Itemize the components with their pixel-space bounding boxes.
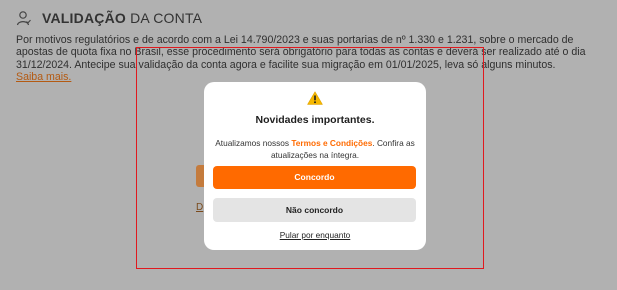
terms-link[interactable]: Termos e Condições <box>291 138 372 148</box>
modal-title: Novidades importantes. <box>255 114 375 126</box>
account-validation-page: VALIDAÇÃO DA CONTA Por motivos regulatór… <box>0 0 617 290</box>
skip-for-now-link[interactable]: Pular por enquanto <box>204 230 426 240</box>
warning-icon <box>307 91 323 105</box>
important-news-modal: Novidades importantes. Atualizamos nosso… <box>204 82 426 250</box>
section-header: VALIDAÇÃO DA CONTA <box>16 10 202 26</box>
user-icon <box>16 11 31 26</box>
page-title: VALIDAÇÃO DA CONTA <box>42 10 203 26</box>
learn-more-link[interactable]: Saiba mais. <box>16 71 71 83</box>
agree-button[interactable]: Concordo <box>213 166 416 189</box>
disagree-button[interactable]: Não concordo <box>213 198 416 222</box>
modal-message: Atualizamos nossos Termos e Condições. C… <box>215 138 415 160</box>
